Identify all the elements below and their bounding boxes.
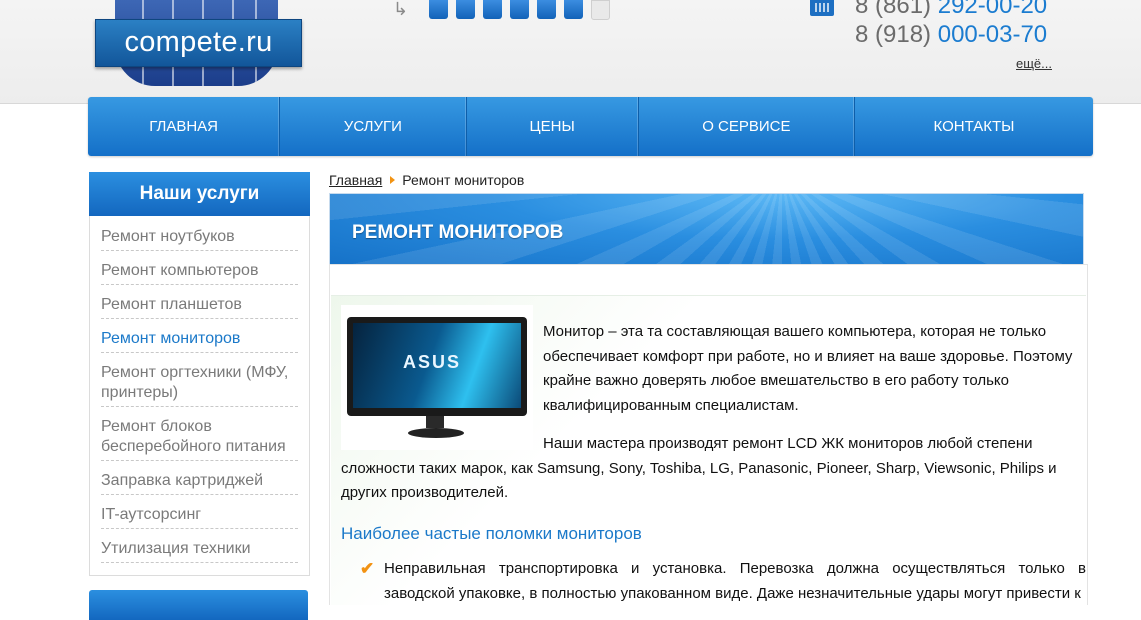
list-item: Неправильная транспортировка и установка… [384, 560, 1086, 602]
slider-dot-5[interactable] [537, 0, 556, 19]
slider-dot-2[interactable] [456, 0, 475, 19]
phone-1-prefix: 8 (861) [855, 0, 932, 19]
sidebar-item-ups[interactable]: Ремонт блоков бесперебойного питания [101, 415, 298, 461]
phone-2-prefix: 8 (918) [855, 21, 932, 48]
curved-arrow-icon: ↳ [393, 0, 409, 19]
phone-2-number: 000-03-70 [937, 21, 1048, 48]
sidebar-item-it-outsourcing[interactable]: IT-аутсорсинг [101, 503, 298, 529]
breadcrumb-arrow-icon [390, 176, 396, 184]
slider-dot-1[interactable] [429, 0, 448, 19]
page-title: РЕМОНТ МОНИТОРОВ [352, 222, 564, 243]
sidebar-title: Наши услуги [89, 172, 310, 216]
phone-1[interactable]: 8 (861) 292-00-20 [855, 0, 1047, 20]
sidebar-item-laptops[interactable]: Ремонт ноутбуков [101, 225, 298, 251]
breadcrumb-current: Ремонт мониторов [402, 172, 525, 188]
slider-dot-4[interactable] [510, 0, 529, 19]
breadcrumb-home-link[interactable]: Главная [329, 172, 382, 188]
services-sidebar: Наши услуги Ремонт ноутбуков Ремонт комп… [89, 172, 310, 576]
breadcrumb: Главная Ремонт мониторов [329, 172, 524, 188]
phone-1-number: 292-00-20 [937, 0, 1048, 19]
checkmark-icon: ✔ [360, 559, 375, 578]
sidebar-item-computers[interactable]: Ремонт компьютеров [101, 259, 298, 285]
monitor-image: ASUS [341, 305, 533, 450]
services-list: Ремонт ноутбуков Ремонт компьютеров Ремо… [101, 225, 298, 563]
sidebar-item-monitors[interactable]: Ремонт мониторов [101, 327, 298, 353]
phone-2[interactable]: 8 (918) 000-03-70 [855, 21, 1047, 49]
nav-item-services[interactable]: УСЛУГИ [280, 97, 467, 156]
slider-dot-7[interactable] [591, 0, 610, 20]
monitor-brand-logo: ASUS [403, 352, 462, 372]
slider-dot-3[interactable] [483, 0, 502, 19]
section-heading: Наиболее частые поломки мониторов [341, 524, 642, 543]
nav-item-home[interactable]: ГЛАВНАЯ [88, 97, 281, 156]
nav-item-contacts[interactable]: КОНТАКТЫ [855, 97, 1093, 156]
brands-paragraph: Наши мастера производят ремонт LCD ЖК мо… [341, 435, 1057, 501]
more-phones-link[interactable]: ещё... [1016, 56, 1052, 71]
page-title-banner: РЕМОНТ МОНИТОРОВ [329, 193, 1084, 266]
logo[interactable]: compete.ru [95, 19, 302, 67]
sidebar-second-block-header [89, 590, 308, 620]
nav-item-prices[interactable]: ЦЕНЫ [467, 97, 639, 156]
sidebar-item-cartridges[interactable]: Заправка картриджей [101, 469, 298, 495]
sidebar-item-office-equipment[interactable]: Ремонт оргтехники (МФУ, принтеры) [101, 361, 298, 407]
main-navigation: ГЛАВНАЯ УСЛУГИ ЦЕНЫ О СЕРВИСЕ КОНТАКТЫ [88, 97, 1093, 156]
phone-icon [810, 0, 834, 16]
nav-item-about[interactable]: О СЕРВИСЕ [639, 97, 855, 156]
sidebar-item-tablets[interactable]: Ремонт планшетов [101, 293, 298, 319]
slider-dot-6[interactable] [564, 0, 583, 19]
intro-paragraph: Монитор – эта та составляющая вашего ком… [543, 323, 1073, 414]
sidebar-item-recycling[interactable]: Утилизация техники [101, 537, 298, 563]
